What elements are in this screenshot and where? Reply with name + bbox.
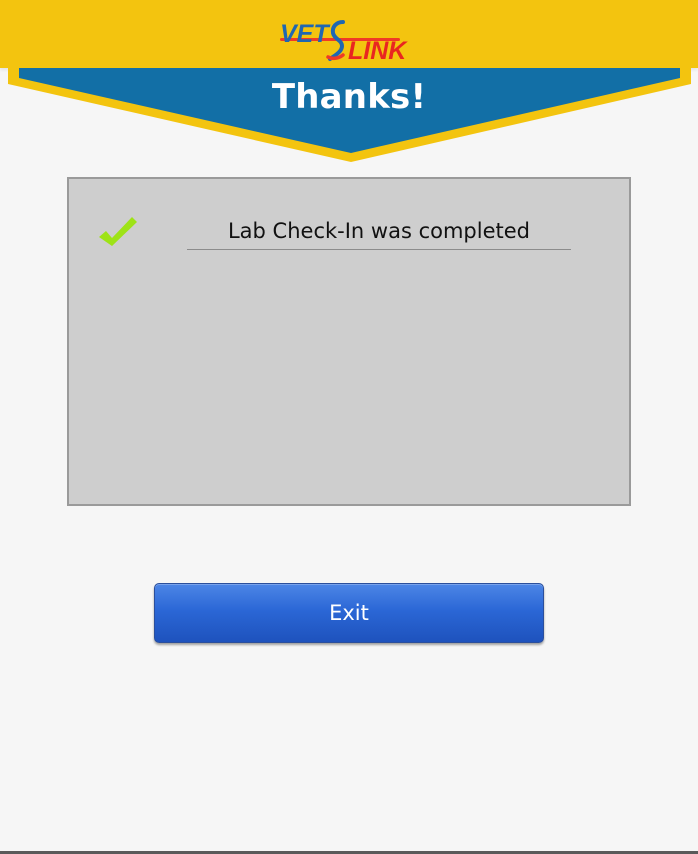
completion-message: Lab Check-In was completed — [187, 217, 571, 250]
confirmation-panel: Lab Check-In was completed — [67, 177, 631, 506]
page-title: Thanks! — [271, 77, 427, 117]
top-bar: VET LINK — [0, 0, 698, 68]
logo-text-vet: VET — [280, 20, 331, 48]
logo-text-link: LINK — [348, 37, 408, 64]
vetlink-logo: VET LINK — [280, 20, 408, 64]
check-icon — [99, 217, 137, 246]
exit-button[interactable]: Exit — [154, 583, 544, 643]
